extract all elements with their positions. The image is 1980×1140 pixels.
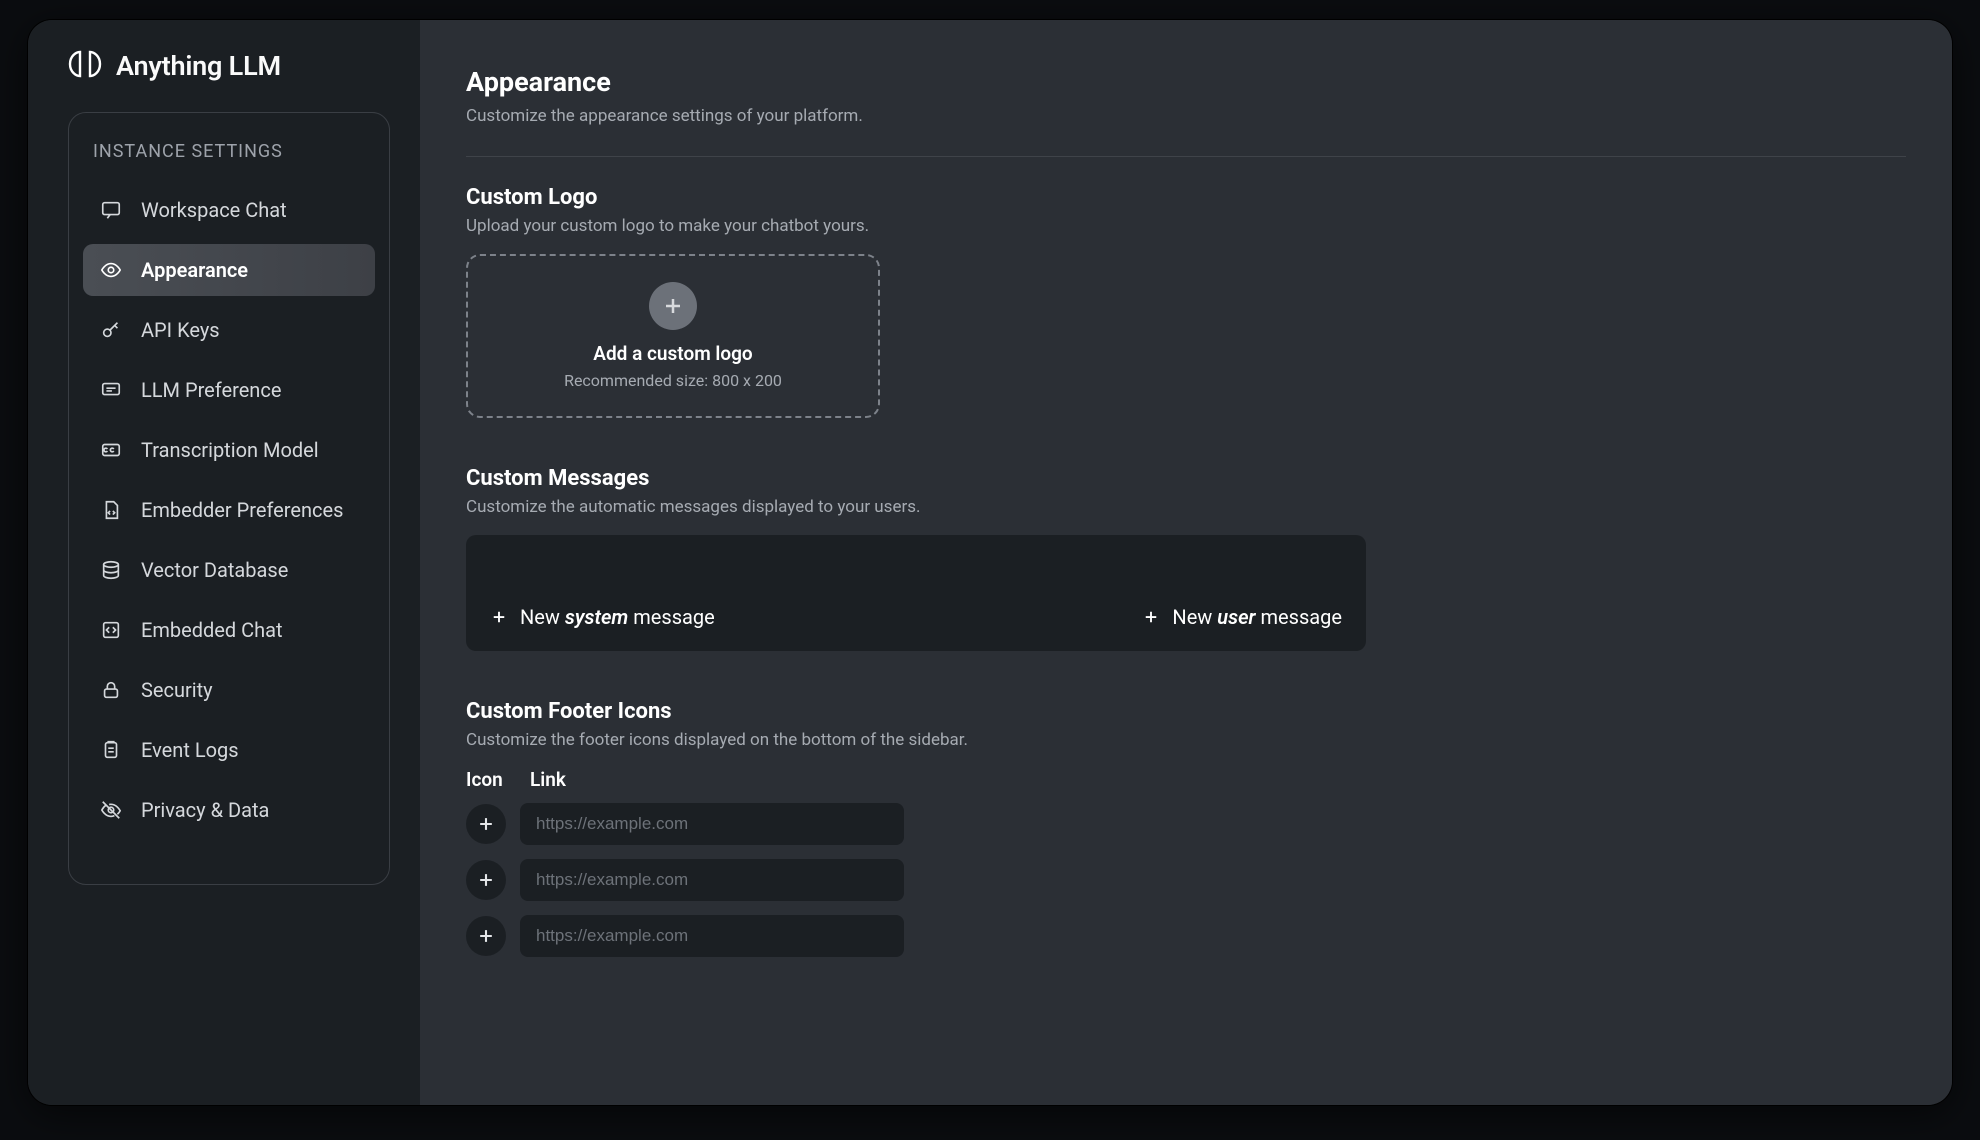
sidebar-item-embedded-chat[interactable]: Embedded Chat (83, 604, 375, 656)
file-code-icon (99, 498, 123, 522)
plus-circle-icon (649, 282, 697, 330)
sidebar-item-transcription-model[interactable]: Transcription Model (83, 424, 375, 476)
footer-icon-row (466, 859, 1906, 901)
sidebar-item-label: Embedder Preferences (141, 498, 343, 522)
sidebar-item-label: Event Logs (141, 738, 239, 762)
section-title: Custom Footer Icons (466, 699, 1906, 724)
brand-name: Anything LLM (116, 50, 281, 82)
sidebar-item-label: Workspace Chat (141, 198, 287, 222)
footer-icon-picker[interactable] (466, 860, 506, 900)
cc-icon (99, 438, 123, 462)
section-title: Custom Logo (466, 185, 1906, 210)
footer-link-input[interactable] (520, 859, 904, 901)
label: New system message (520, 605, 715, 629)
footer-icon-row (466, 803, 1906, 845)
brand: Anything LLM (68, 50, 390, 82)
footer-icon-picker[interactable] (466, 916, 506, 956)
page-subtitle: Customize the appearance settings of you… (466, 106, 1906, 126)
footer-icon-picker[interactable] (466, 804, 506, 844)
sidebar-item-vector-database[interactable]: Vector Database (83, 544, 375, 596)
footer-link-input[interactable] (520, 915, 904, 957)
clipboard-icon (99, 738, 123, 762)
sidebar-item-embedder-preferences[interactable]: Embedder Preferences (83, 484, 375, 536)
sidebar-item-label: Transcription Model (141, 438, 319, 462)
section-subtitle: Upload your custom logo to make your cha… (466, 216, 1906, 236)
messages-panel: New system message New user message (466, 535, 1366, 651)
embed-icon (99, 618, 123, 642)
new-user-message-button[interactable]: New user message (1142, 605, 1342, 629)
main-content: Appearance Customize the appearance sett… (420, 20, 1952, 1105)
footer-link-input[interactable] (520, 803, 904, 845)
custom-messages-section: Custom Messages Customize the automatic … (466, 466, 1906, 651)
footer-icon-row (466, 915, 1906, 957)
custom-logo-section: Custom Logo Upload your custom logo to m… (466, 185, 1906, 418)
column-header-icon: Icon (466, 768, 510, 791)
sidebar-item-security[interactable]: Security (83, 664, 375, 716)
sidebar-item-label: Embedded Chat (141, 618, 283, 642)
sidebar-item-label: Privacy & Data (141, 798, 269, 822)
eye-off-icon (99, 798, 123, 822)
sidebar-panel: INSTANCE SETTINGS Workspace Chat Appeara… (68, 112, 390, 885)
chat-icon (99, 198, 123, 222)
sidebar-item-privacy-data[interactable]: Privacy & Data (83, 784, 375, 836)
sidebar-item-llm-preference[interactable]: LLM Preference (83, 364, 375, 416)
footer-icons-header: Icon Link (466, 768, 1906, 791)
section-subtitle: Customize the footer icons displayed on … (466, 730, 1906, 750)
section-title: Custom Messages (466, 466, 1906, 491)
label: New user message (1172, 605, 1342, 629)
new-system-message-button[interactable]: New system message (490, 605, 715, 629)
sidebar-item-label: LLM Preference (141, 378, 281, 402)
brand-logo-icon (68, 50, 102, 82)
sidebar-heading: INSTANCE SETTINGS (83, 133, 375, 184)
page-title: Appearance (466, 66, 1906, 98)
sidebar-item-label: Vector Database (141, 558, 288, 582)
eye-icon (99, 258, 123, 282)
section-subtitle: Customize the automatic messages display… (466, 497, 1906, 517)
sidebar-item-appearance[interactable]: Appearance (83, 244, 375, 296)
sidebar-item-workspace-chat[interactable]: Workspace Chat (83, 184, 375, 236)
logo-dropzone[interactable]: Add a custom logo Recommended size: 800 … (466, 254, 880, 418)
sidebar-item-label: Security (141, 678, 213, 702)
divider (466, 156, 1906, 157)
sidebar-item-label: Appearance (141, 258, 248, 282)
custom-footer-icons-section: Custom Footer Icons Customize the footer… (466, 699, 1906, 957)
lock-icon (99, 678, 123, 702)
key-icon (99, 318, 123, 342)
sidebar: Anything LLM INSTANCE SETTINGS Workspace… (28, 20, 420, 1105)
dropzone-recommendation: Recommended size: 800 x 200 (564, 371, 782, 390)
app-window: Anything LLM INSTANCE SETTINGS Workspace… (28, 20, 1952, 1105)
message-icon (99, 378, 123, 402)
sidebar-item-label: API Keys (141, 318, 220, 342)
database-icon (99, 558, 123, 582)
sidebar-item-api-keys[interactable]: API Keys (83, 304, 375, 356)
dropzone-label: Add a custom logo (593, 342, 752, 365)
sidebar-item-event-logs[interactable]: Event Logs (83, 724, 375, 776)
column-header-link: Link (530, 768, 566, 791)
